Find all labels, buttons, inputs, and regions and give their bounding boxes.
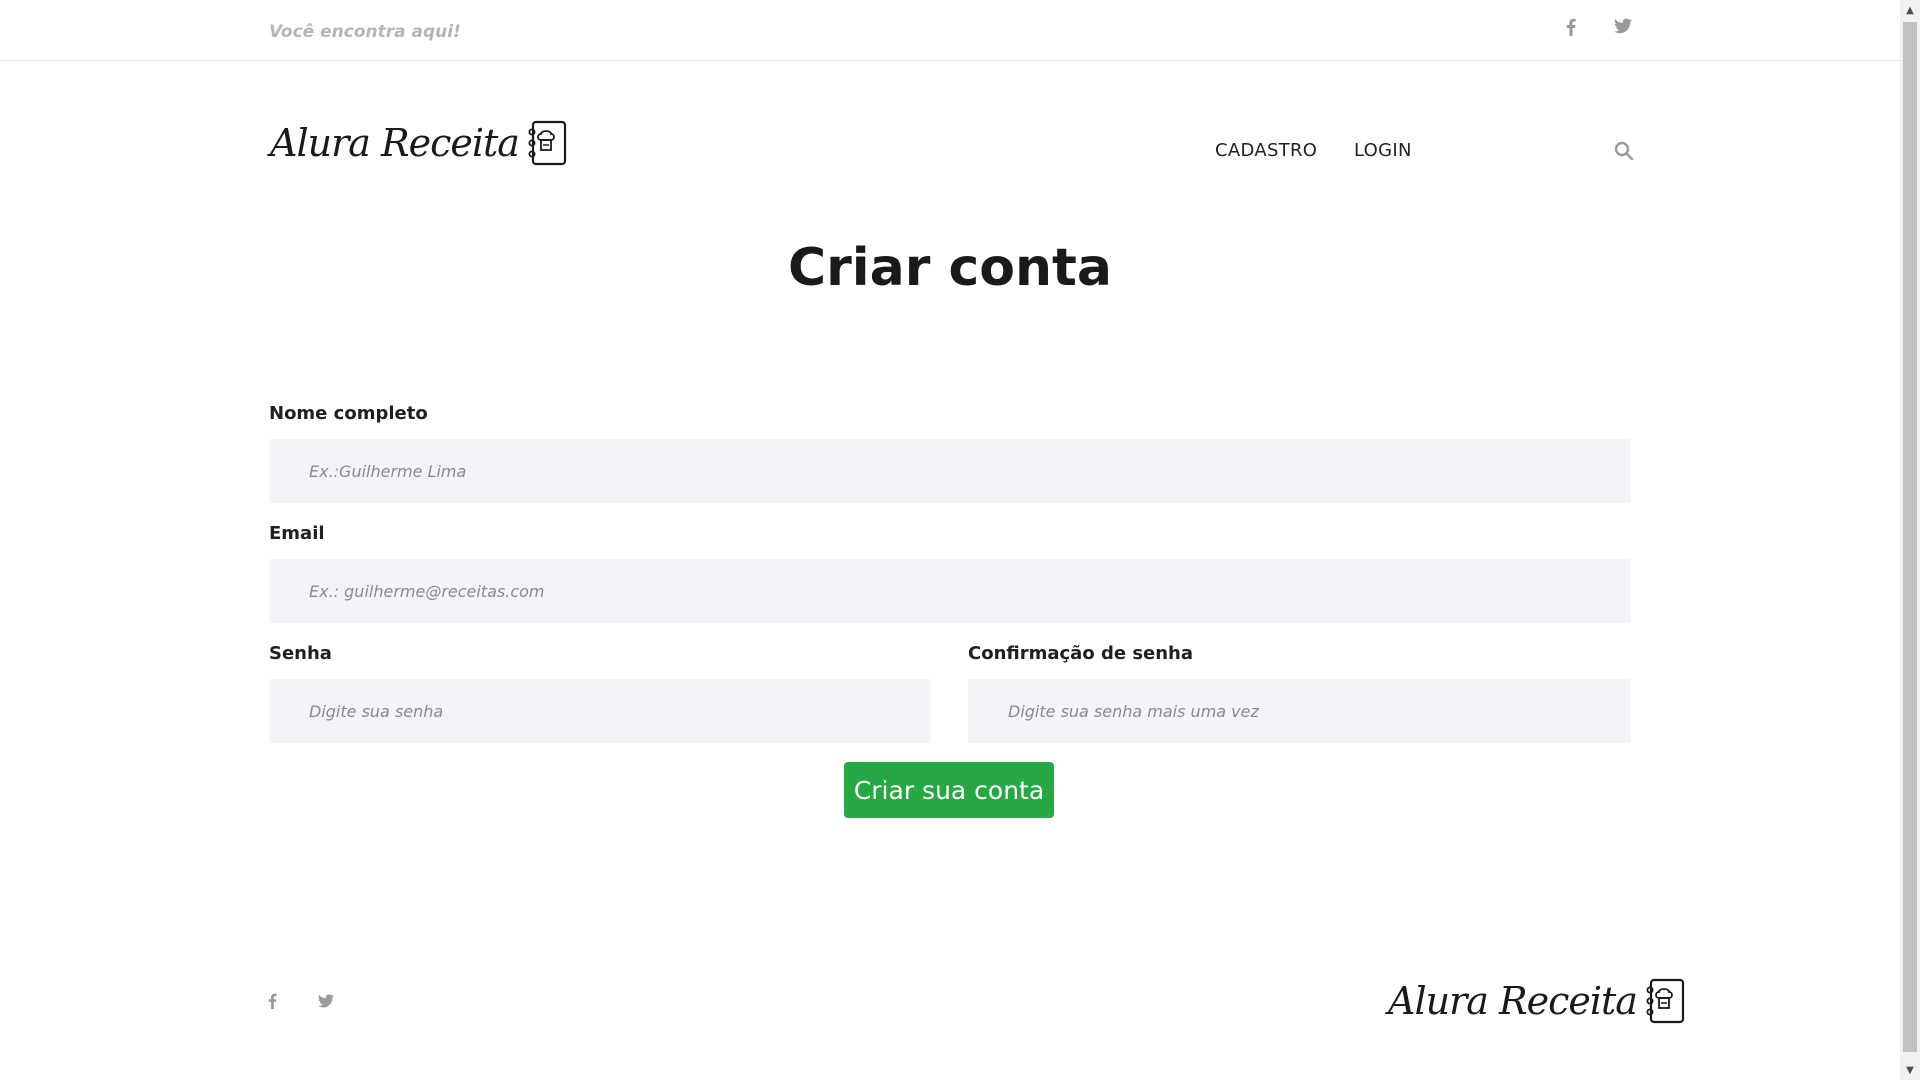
- password-confirm-label: Confirmação de senha: [968, 643, 1194, 664]
- nav-cadastro[interactable]: CADASTRO: [1215, 140, 1317, 161]
- footer-facebook-icon[interactable]: [268, 993, 277, 1013]
- scrollbar-thumb[interactable]: [1903, 22, 1917, 1052]
- recipe-book-icon: [1646, 978, 1685, 1024]
- twitter-icon: [318, 994, 334, 1008]
- name-input[interactable]: [269, 439, 1630, 503]
- page-title: Criar conta: [788, 238, 1112, 298]
- site-logo[interactable]: Alura Receita: [270, 120, 567, 166]
- logo-text: Alura Receita: [270, 121, 520, 165]
- twitter-icon-glyph: [1614, 18, 1632, 34]
- footer-twitter-icon[interactable]: [318, 993, 334, 1012]
- recipe-book-icon: [528, 120, 567, 166]
- vertical-scrollbar[interactable]: ▲ ▼: [1900, 0, 1920, 1080]
- footer-logo-text: Alura Receita: [1388, 979, 1638, 1023]
- facebook-icon-glyph: [1566, 18, 1576, 36]
- page: Você encontra aqui! Alura Receita CADAST…: [0, 0, 1900, 1080]
- facebook-icon[interactable]: [1566, 18, 1576, 41]
- nav-login[interactable]: LOGIN: [1354, 140, 1412, 161]
- footer-logo[interactable]: Alura Receita: [1388, 978, 1685, 1024]
- create-account-button[interactable]: Criar sua conta: [844, 762, 1054, 818]
- password-confirm-input[interactable]: [968, 679, 1630, 743]
- name-label: Nome completo: [269, 403, 428, 424]
- password-label: Senha: [269, 643, 332, 664]
- email-label: Email: [269, 523, 325, 544]
- search-icon[interactable]: [1614, 141, 1634, 161]
- scroll-down-icon[interactable]: ▼: [1900, 1060, 1920, 1080]
- facebook-icon: [268, 993, 277, 1009]
- email-input[interactable]: [269, 559, 1630, 623]
- scroll-up-icon[interactable]: ▲: [1900, 0, 1920, 20]
- top-bar: Você encontra aqui!: [0, 0, 1900, 61]
- tagline: Você encontra aqui!: [269, 22, 461, 42]
- password-input[interactable]: [269, 679, 931, 743]
- twitter-icon[interactable]: [1614, 18, 1632, 39]
